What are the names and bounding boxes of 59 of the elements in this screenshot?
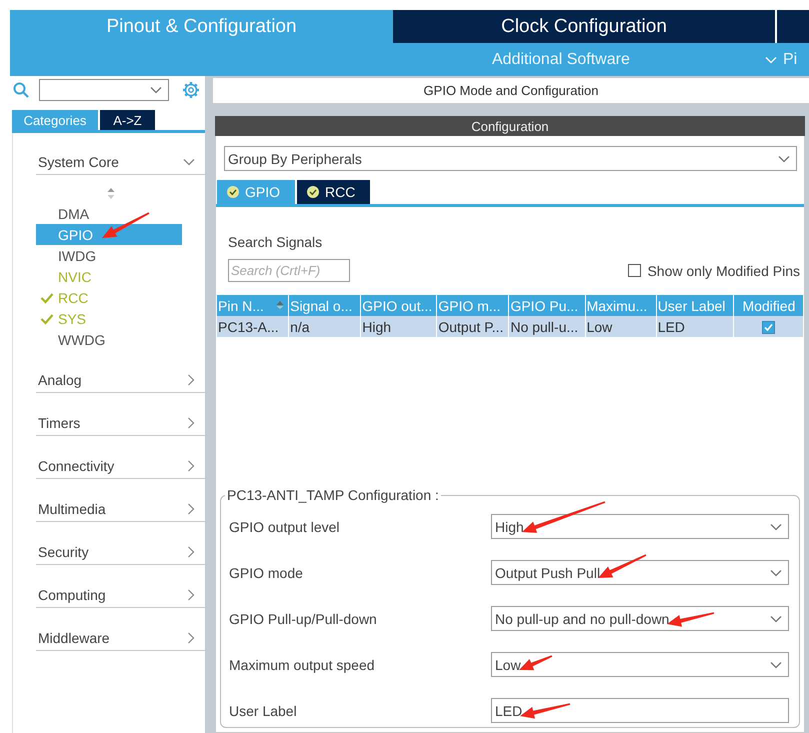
category-header[interactable]: Analog [36,370,205,393]
search-label: Search Signals [228,234,324,250]
chevron-right-icon [187,589,195,601]
table-cell: PC13-A... [217,316,288,337]
check-circle-icon [307,186,319,198]
chevron-right-icon [187,460,195,472]
value-dropdown[interactable]: Output Push Pull [491,560,789,585]
category-header[interactable]: Computing [36,585,205,608]
section-bar: Configuration [215,116,805,136]
value-dropdown[interactable]: No pull-up and no pull-down [491,606,789,631]
chevron-right-icon [187,503,195,515]
chevron-down-icon [150,86,162,94]
field-label: GPIO mode [229,564,303,580]
settings-icon[interactable] [182,81,200,99]
field-label: User Label [229,702,297,718]
table-cell: n/a [289,316,360,337]
group-by-dropdown[interactable]: Group By Peripherals [224,146,797,171]
chevron-down-icon [770,660,782,668]
panel-title: GPIO Mode and Configuration [213,78,809,103]
search-field[interactable]: Search (Crtl+F) [228,259,350,282]
search-combo[interactable] [39,79,169,101]
table-cell: No pull-u... [509,316,585,337]
chevron-right-icon [187,546,195,558]
category-header[interactable]: Connectivity [36,456,205,479]
peripheral-item[interactable]: DMA [36,203,182,224]
peripheral-item[interactable]: WWDG [36,329,182,350]
search-icon[interactable] [13,82,29,98]
main-tab[interactable]: Clock Configuration [393,10,775,43]
chevron-down-icon [770,568,782,576]
chevron-down-icon [770,614,782,622]
sort-icon[interactable] [107,187,115,200]
modified-checkbox[interactable] [762,321,776,334]
view-tab[interactable]: A->Z [100,110,155,130]
chevron-right-icon [187,417,195,429]
chevron-down-icon [770,522,782,530]
category-header[interactable]: Middleware [36,628,205,651]
peripheral-item[interactable]: IWDG [36,245,182,266]
peripheral-tab[interactable]: RCC [297,180,370,204]
show-modified-checkbox[interactable]: Show only Modified Pins [628,262,800,278]
table-cell: Output P... [437,316,508,337]
field-label: GPIO Pull-up/Pull-down [229,610,377,626]
value-dropdown[interactable]: High [491,514,789,539]
category-header[interactable]: Multimedia [36,499,205,522]
table-cell: LED [656,316,733,337]
input-field[interactable]: LED [491,698,789,723]
table-cell: Low [586,316,656,337]
field-label: GPIO output level [229,518,340,534]
category-header[interactable]: System Core [36,152,205,175]
chevron-down-icon [183,158,195,166]
field-label: Maximum output speed [229,656,375,672]
check-circle-icon [227,186,239,198]
category-header[interactable]: Security [36,542,205,565]
table-cell: High [361,316,436,337]
chevron-right-icon [187,632,195,644]
chevron-right-icon [187,374,195,386]
group-title: PC13-ANTI_TAMP Configuration : [225,487,441,503]
value-dropdown[interactable]: Low [491,652,789,677]
category-header[interactable]: Timers [36,413,205,436]
chevron-down-icon [778,154,790,162]
